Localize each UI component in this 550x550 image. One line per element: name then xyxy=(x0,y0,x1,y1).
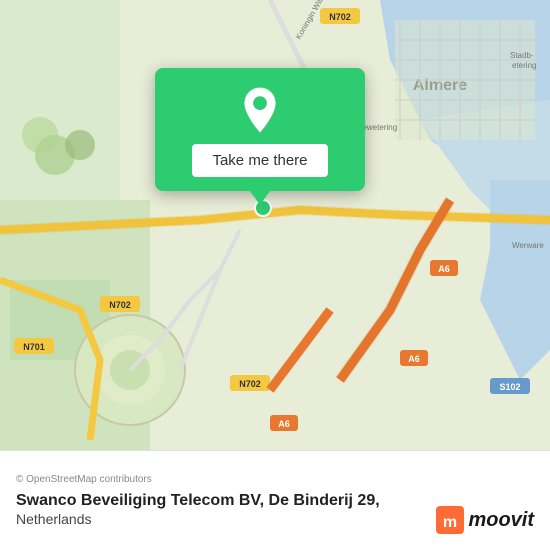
svg-text:Stadb-: Stadb- xyxy=(510,51,534,60)
take-me-there-button[interactable]: Take me there xyxy=(192,144,327,177)
svg-text:A6: A6 xyxy=(408,354,420,364)
svg-text:Werware: Werware xyxy=(512,241,544,250)
svg-text:A6: A6 xyxy=(278,419,290,429)
map-attribution: © OpenStreetMap contributors xyxy=(16,474,534,485)
svg-text:m: m xyxy=(443,514,457,531)
svg-text:N701: N701 xyxy=(23,342,45,352)
moovit-brand-text: moovit xyxy=(468,509,534,532)
svg-text:A6: A6 xyxy=(438,264,450,274)
svg-text:N702: N702 xyxy=(109,300,131,310)
moovit-icon: m xyxy=(436,506,464,534)
footer: © OpenStreetMap contributors Swanco Beve… xyxy=(0,450,550,550)
svg-text:etering: etering xyxy=(512,61,536,70)
svg-text:N702: N702 xyxy=(329,12,351,22)
popup-card: Take me there xyxy=(155,68,365,191)
map-container: N702 N702 N701 A6 A6 A6 S102 N702 Almere xyxy=(0,0,550,450)
svg-text:N702: N702 xyxy=(239,379,261,389)
moovit-logo: m moovit xyxy=(436,506,534,534)
svg-text:S102: S102 xyxy=(499,382,520,392)
location-pin-icon xyxy=(236,86,284,134)
